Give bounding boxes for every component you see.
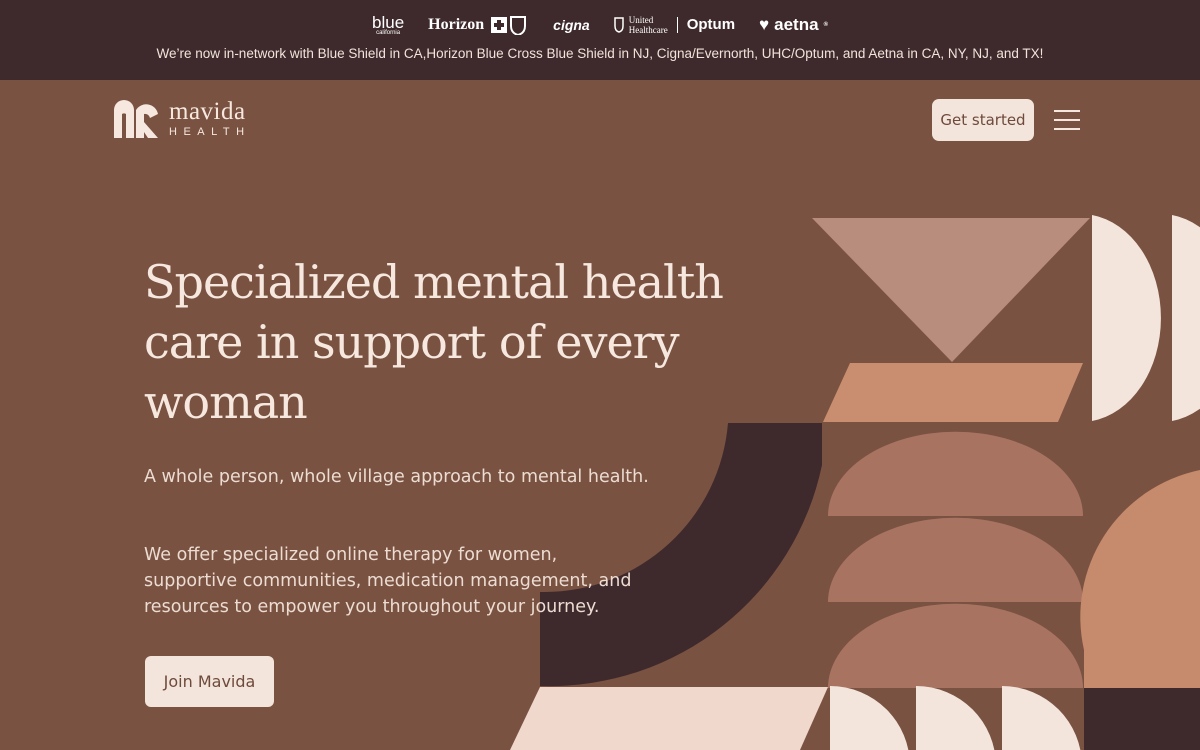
logo-separator xyxy=(676,17,678,33)
horizon-logo: Horizon xyxy=(428,15,529,35)
brand-name: mavida xyxy=(169,98,246,125)
uhc-shield-icon xyxy=(613,17,624,33)
aetna-registered-mark: ® xyxy=(823,22,828,28)
blue-shield-logo: blue california xyxy=(372,14,404,36)
cigna-logo-text: cigna xyxy=(553,17,590,33)
get-started-button[interactable]: Get started xyxy=(932,99,1034,141)
uhc-logo-line2: Healthcare xyxy=(628,25,668,35)
mavida-logo-icon xyxy=(114,100,158,138)
hamburger-menu-icon[interactable] xyxy=(1054,110,1082,130)
in-network-message: We’re now in-network with Blue Shield in… xyxy=(156,46,1044,61)
uhc-logo-line1: United xyxy=(628,15,654,25)
blue-shield-logo-text: blue xyxy=(372,13,405,32)
brand-logo-link[interactable]: mavida HEALTH xyxy=(114,98,251,138)
brand-subtitle: HEALTH xyxy=(169,126,251,138)
horizon-logo-text: Horizon xyxy=(428,16,485,33)
heart-icon: ♥ xyxy=(759,15,770,34)
blue-shield-logo-sub: california xyxy=(376,30,401,36)
aetna-logo: ♥ aetna ® xyxy=(759,15,828,35)
insurance-banner: blue california Horizon cigna United Hea… xyxy=(0,0,1200,80)
aetna-logo-text: aetna xyxy=(774,15,819,34)
hero-title: Specialized mental health care in suppor… xyxy=(144,255,724,429)
cross-shield-icon xyxy=(491,16,527,35)
united-healthcare-logo: United Healthcare Optum xyxy=(613,15,736,35)
hero-paragraph-2: We offer specialized online therapy for … xyxy=(144,545,632,617)
optum-logo-text: Optum xyxy=(686,16,736,33)
cigna-logo: cigna xyxy=(553,17,590,33)
insurance-logos: blue california Horizon cigna United Hea… xyxy=(0,10,1200,40)
join-mavida-button[interactable]: Join Mavida xyxy=(145,656,274,707)
hero-paragraph-1: A whole person, whole village approach t… xyxy=(144,467,649,487)
